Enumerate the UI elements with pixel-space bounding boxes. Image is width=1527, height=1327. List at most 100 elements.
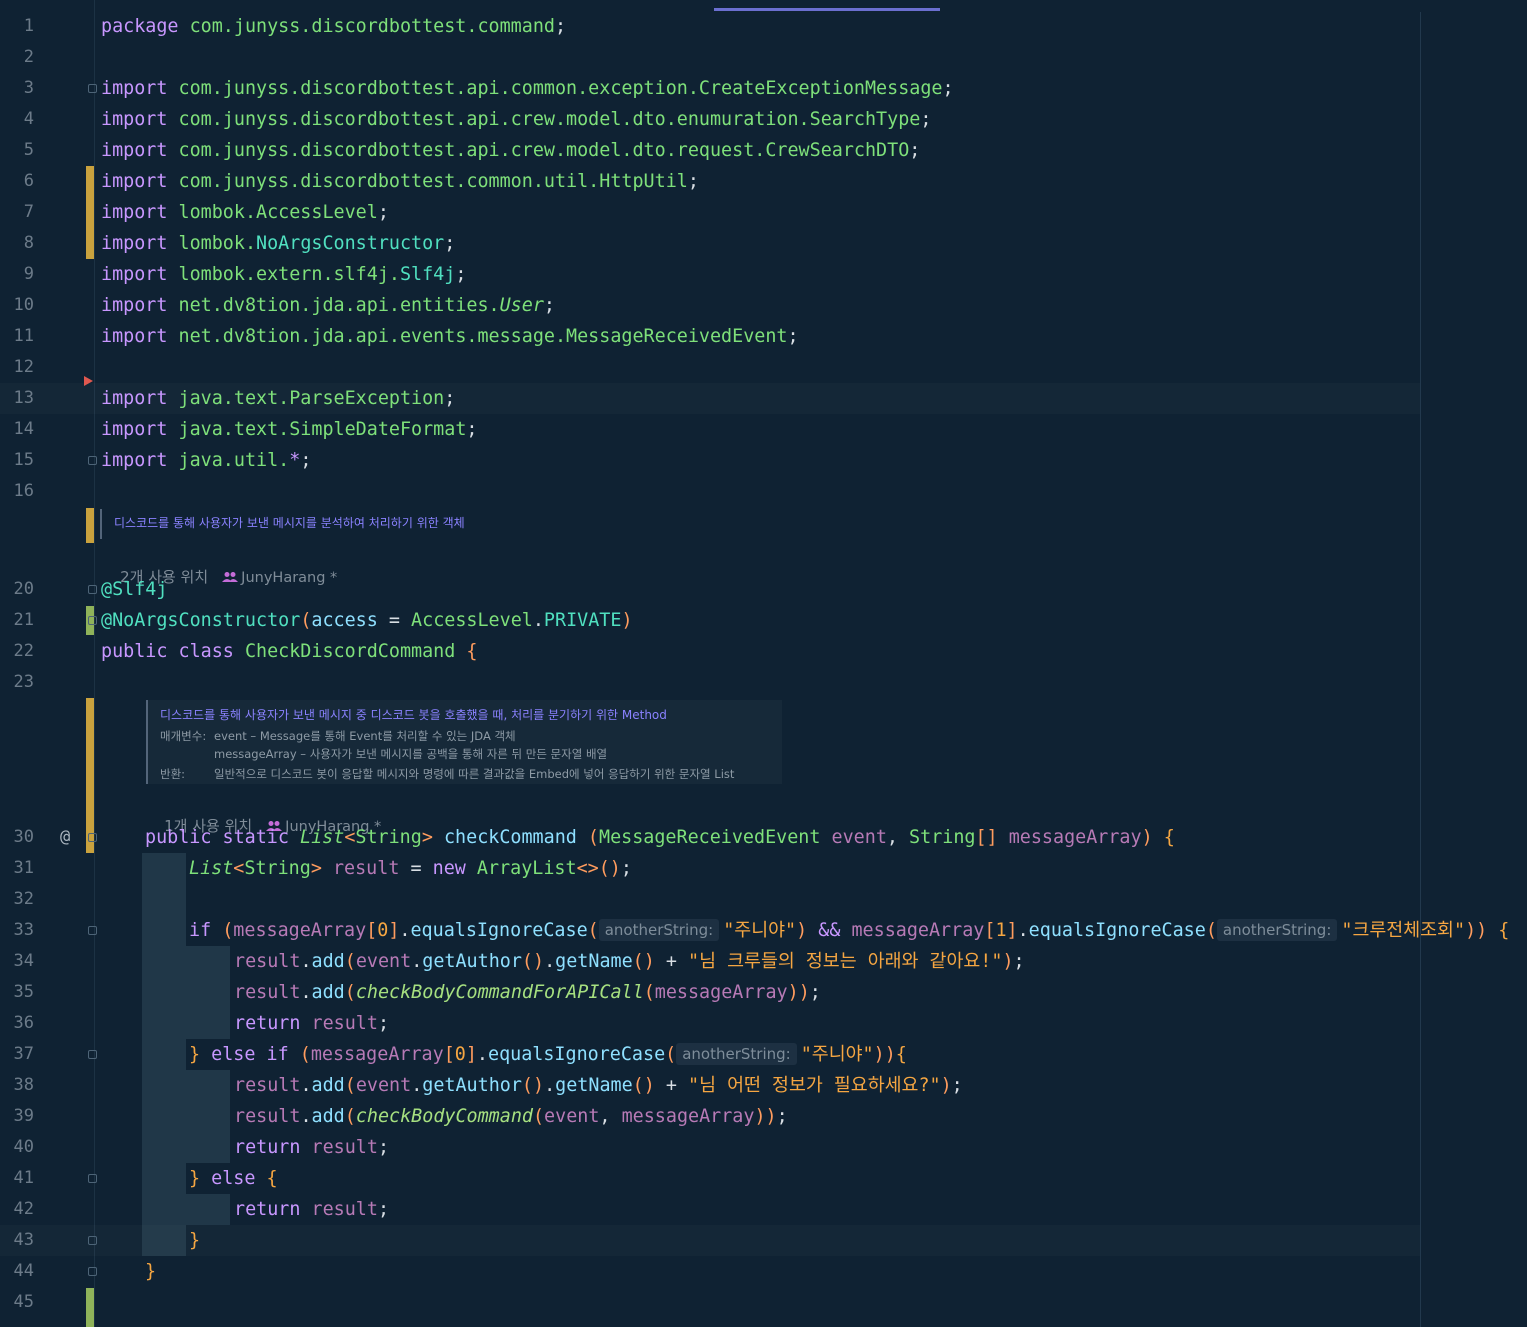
line-number[interactable]: 21 [0,605,34,636]
code-line[interactable]: 12 [0,352,1527,383]
code-line[interactable]: 30 public static List<String> checkComman… [0,822,1527,853]
code-line[interactable]: 8 import lombok.NoArgsConstructor; [0,228,1527,259]
line-number[interactable]: 12 [0,352,34,383]
line-number[interactable]: 9 [0,259,34,290]
line-number[interactable]: 38 [0,1070,34,1101]
code-line[interactable]: 1 package com.junyss.discordbottest.comma… [0,11,1527,42]
code-text[interactable]: } else { [189,1163,278,1194]
line-number[interactable]: 40 [0,1132,34,1163]
line-number[interactable]: 22 [0,636,34,667]
code-text[interactable]: import com.junyss.discordbottest.common.… [101,166,699,197]
code-line[interactable]: 2 [0,42,1527,73]
code-text[interactable]: import com.junyss.discordbottest.api.cre… [101,104,931,135]
line-number[interactable]: 39 [0,1101,34,1132]
code-line[interactable]: 34 result.add(event.getAuthor().getName()… [0,946,1527,977]
code-line[interactable]: 3 import com.junyss.discordbottest.api.co… [0,73,1527,104]
line-number[interactable]: 1 [0,11,34,42]
code-text[interactable]: if (messageArray[0].equalsIgnoreCase(ano… [189,915,1509,946]
code-text[interactable]: import net.dv8tion.jda.api.entities.User… [101,290,555,321]
code-text[interactable]: result.add(event.getAuthor().getName() +… [234,1070,963,1101]
code-line[interactable]: 4 import com.junyss.discordbottest.api.cr… [0,104,1527,135]
code-line[interactable]: 43} [0,1225,1527,1256]
code-line[interactable]: 31 List<String> result = new ArrayList<>(… [0,853,1527,884]
code-text[interactable]: } [145,1256,156,1287]
code-text[interactable]: result.add(event.getAuthor().getName() +… [234,946,1025,977]
code-text[interactable]: return result; [234,1132,389,1163]
line-number[interactable]: 7 [0,197,34,228]
line-number[interactable]: 6 [0,166,34,197]
line-number[interactable]: 36 [0,1008,34,1039]
code-line[interactable]: 14 import java.text.SimpleDateFormat; [0,414,1527,445]
code-text[interactable]: import net.dv8tion.jda.api.events.messag… [101,321,799,352]
code-text[interactable]: import java.text.ParseException; [101,383,455,414]
line-number[interactable]: 44 [0,1256,34,1287]
code-text[interactable]: import lombok.AccessLevel; [101,197,389,228]
code-line[interactable]: 11 import net.dv8tion.jda.api.events.mess… [0,321,1527,352]
code-line[interactable]: 16 [0,476,1527,507]
code-line[interactable]: 42 return result; [0,1194,1527,1225]
code-line[interactable]: 5 import com.junyss.discordbottest.api.cr… [0,135,1527,166]
code-text[interactable]: return result; [234,1008,389,1039]
code-line[interactable]: 9 import lombok.extern.slf4j.Slf4j; [0,259,1527,290]
code-line[interactable]: 40 return result; [0,1132,1527,1163]
code-text[interactable]: result.add(checkBodyCommandForAPICall(me… [234,977,821,1008]
code-line[interactable]: 6 import com.junyss.discordbottest.common… [0,166,1527,197]
code-line[interactable]: 23 [0,667,1527,698]
line-number[interactable]: 13 [0,383,34,414]
code-line[interactable]: 36 return result; [0,1008,1527,1039]
line-number[interactable]: 11 [0,321,34,352]
code-line[interactable]: 21 @NoArgsConstructor(access = AccessLeve… [0,605,1527,636]
code-line[interactable]: 45 [0,1287,1527,1318]
code-text[interactable]: public static List<String> checkCommand … [145,822,1175,853]
code-text[interactable]: import com.junyss.discordbottest.api.com… [101,73,954,104]
code-editor[interactable]: @ 디스코드를 통해 사용자가 보낸 메시지를 분석하여 처리하기 위한 객체 … [0,0,1527,1327]
code-text[interactable]: import lombok.NoArgsConstructor; [101,228,455,259]
line-number[interactable]: 35 [0,977,34,1008]
vcs-change-marker[interactable] [86,508,94,543]
line-number[interactable]: 34 [0,946,34,977]
code-line[interactable]: 15 import java.util.*; [0,445,1527,476]
line-number[interactable]: 8 [0,228,34,259]
method-doc-comment[interactable]: 디스코드를 통해 사용자가 보낸 메시지 중 디스코드 봇을 호출했을 때, 처… [146,700,782,784]
class-doc-comment[interactable]: 디스코드를 통해 사용자가 보낸 메시지를 분석하여 처리하기 위한 객체 [100,509,465,539]
code-text[interactable]: @NoArgsConstructor(access = AccessLevel.… [101,605,633,636]
line-number[interactable]: 20 [0,574,34,605]
code-line[interactable]: 38 result.add(event.getAuthor().getName()… [0,1070,1527,1101]
code-text[interactable]: return result; [234,1194,389,1225]
code-text[interactable]: } else if (messageArray[0].equalsIgnoreC… [189,1039,907,1070]
code-text[interactable]: import java.util.*; [101,445,311,476]
line-number[interactable]: 43 [0,1225,34,1256]
code-line[interactable]: 7 import lombok.AccessLevel; [0,197,1527,228]
code-line[interactable]: 13 import java.text.ParseException; [0,383,1527,414]
line-number[interactable]: 31 [0,853,34,884]
line-number[interactable]: 2 [0,42,34,73]
code-text[interactable]: @Slf4j [101,574,167,605]
line-number[interactable]: 3 [0,73,34,104]
code-line[interactable]: 39 result.add(checkBodyCommand(event, mes… [0,1101,1527,1132]
line-number[interactable]: 33 [0,915,34,946]
line-number[interactable]: 5 [0,135,34,166]
code-line[interactable]: 20 @Slf4j [0,574,1527,605]
code-text[interactable]: List<String> result = new ArrayList<>(); [189,853,632,884]
code-text[interactable]: package com.junyss.discordbottest.comman… [101,11,566,42]
line-number[interactable]: 15 [0,445,34,476]
line-number[interactable]: 30 [0,822,34,853]
code-line[interactable]: 44} [0,1256,1527,1287]
code-line[interactable]: 10 import net.dv8tion.jda.api.entities.Us… [0,290,1527,321]
line-number[interactable]: 32 [0,884,34,915]
line-number[interactable]: 37 [0,1039,34,1070]
line-number[interactable]: 42 [0,1194,34,1225]
line-number[interactable]: 45 [0,1287,34,1318]
line-number[interactable]: 41 [0,1163,34,1194]
code-line[interactable]: 22 public class CheckDiscordCommand { [0,636,1527,667]
code-line[interactable]: 41 } else { [0,1163,1527,1194]
code-text[interactable]: public class CheckDiscordCommand { [101,636,477,667]
code-line[interactable]: 32 [0,884,1527,915]
line-number[interactable]: 4 [0,104,34,135]
line-number[interactable]: 16 [0,476,34,507]
code-text[interactable]: import java.text.SimpleDateFormat; [101,414,477,445]
code-text[interactable]: } [189,1225,200,1256]
code-text[interactable]: result.add(checkBodyCommand(event, messa… [234,1101,788,1132]
code-text[interactable]: import com.junyss.discordbottest.api.cre… [101,135,920,166]
code-line[interactable]: 33 if (messageArray[0].equalsIgnoreCase(a… [0,915,1527,946]
